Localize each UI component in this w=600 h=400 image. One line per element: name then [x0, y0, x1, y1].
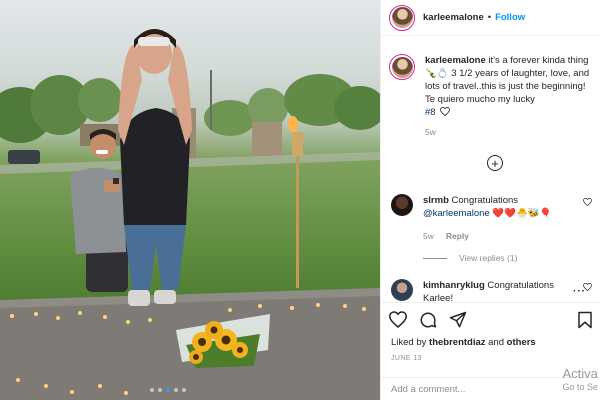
- carousel-dot: [150, 388, 154, 392]
- comment-emojis: ❤️❤️🐣🐝🎈: [492, 208, 552, 219]
- caption-body: karleemalone it's a forever kinda thing …: [425, 54, 592, 139]
- bookmark-icon[interactable]: [577, 311, 593, 329]
- heart-icon[interactable]: [389, 311, 407, 328]
- comment-like-heart-icon[interactable]: [583, 198, 592, 206]
- add-circle-icon[interactable]: +: [487, 155, 503, 171]
- watermark-line2: Go to Se: [562, 382, 598, 392]
- tiki-torch: [288, 116, 303, 288]
- caption-avatar[interactable]: [389, 54, 415, 80]
- likes-summary: Liked by thebrentdiaz and others: [391, 337, 536, 348]
- caption-timestamp: 5w: [425, 127, 436, 137]
- carousel-dot-active: [166, 388, 170, 392]
- parked-car: [8, 150, 40, 164]
- share-icon[interactable]: [449, 311, 467, 329]
- commenter-avatar[interactable]: [391, 279, 413, 301]
- comment-text: Congratulations: [451, 195, 519, 206]
- replies-divider: [423, 257, 447, 259]
- comment-body: slrmb Congratulations @karleemalone ❤️❤️…: [423, 194, 573, 243]
- proposal-photo-scene: [0, 29, 380, 400]
- reply-button[interactable]: Reply: [446, 230, 469, 243]
- watermark-line1: Activa: [562, 366, 598, 381]
- separator-dot: •: [487, 12, 492, 23]
- liked-by-prefix: Liked by: [391, 337, 427, 348]
- liked-by-user[interactable]: thebrentdiaz: [429, 337, 485, 348]
- comment-username[interactable]: kimhanryklug: [423, 280, 485, 291]
- carousel-dot: [182, 388, 186, 392]
- comment-username[interactable]: slrmb: [423, 195, 449, 206]
- comment-mention[interactable]: @karleemalone: [423, 208, 490, 219]
- post-caption: karleemalone it's a forever kinda thing …: [381, 36, 600, 139]
- commenter-avatar[interactable]: [391, 194, 413, 216]
- post-photo[interactable]: [0, 0, 380, 400]
- liked-by-others[interactable]: others: [507, 337, 536, 348]
- post-side-panel: karleemalone • Follow karleemalone it's …: [380, 0, 600, 400]
- carousel-dot: [158, 388, 162, 392]
- stone-pillar-right: [252, 122, 282, 156]
- comment-timestamp: 5w: [423, 231, 434, 241]
- woman-standing: [118, 29, 192, 306]
- avatar[interactable]: [389, 4, 415, 31]
- action-icons: [389, 311, 467, 329]
- view-replies-button[interactable]: View replies (1): [423, 253, 517, 263]
- liked-by-and: and: [488, 337, 505, 348]
- post-date: JUNE 13: [391, 355, 422, 362]
- post-header: karleemalone • Follow: [381, 0, 600, 36]
- view-replies-label: View replies (1): [459, 253, 518, 263]
- carousel-dot: [174, 388, 178, 392]
- comment-meta: 5w Reply: [423, 230, 573, 243]
- comment-text: Congratulations: [487, 280, 554, 291]
- comment-item: slrmb Congratulations @karleemalone ❤️❤️…: [391, 194, 596, 243]
- more-options-icon[interactable]: ···: [573, 286, 586, 297]
- caption-username[interactable]: karleemalone: [425, 55, 486, 66]
- follow-button[interactable]: Follow: [495, 12, 525, 23]
- caption-hashtag[interactable]: #8: [425, 107, 436, 118]
- comment-icon[interactable]: [419, 311, 437, 329]
- header-username[interactable]: karleemalone: [423, 12, 484, 23]
- activation-watermark: Activa Go to Se: [562, 366, 598, 392]
- man-kneeling: [70, 129, 128, 292]
- heart-outline-icon: [440, 106, 451, 117]
- carousel-indicator: [150, 388, 186, 392]
